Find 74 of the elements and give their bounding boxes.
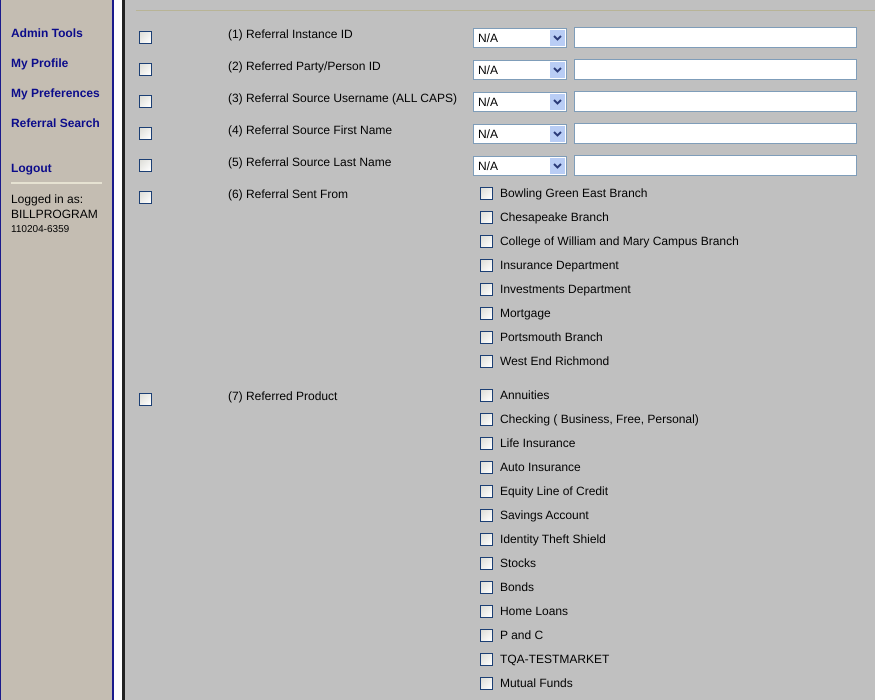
checkbox[interactable]	[139, 31, 152, 44]
checkbox[interactable]	[480, 187, 493, 200]
option-label: Investments Department	[500, 283, 631, 296]
checkbox[interactable]	[480, 461, 493, 474]
checkbox[interactable]	[480, 211, 493, 224]
option-label: Savings Account	[500, 509, 589, 522]
operator-dropdown[interactable]: N/A	[473, 92, 567, 112]
checkbox[interactable]	[480, 355, 493, 368]
checkbox[interactable]	[480, 485, 493, 498]
checkbox[interactable]	[480, 283, 493, 296]
operator-dropdown[interactable]: N/A	[473, 60, 567, 80]
option-label: Insurance Department	[500, 259, 619, 272]
checkbox[interactable]	[480, 389, 493, 402]
checkbox[interactable]	[139, 159, 152, 172]
operator-dropdown[interactable]: N/A	[473, 124, 567, 144]
checkbox[interactable]	[480, 259, 493, 272]
checkbox[interactable]	[139, 95, 152, 108]
checkbox[interactable]	[480, 509, 493, 522]
criterion-label: (6) Referral Sent From	[228, 187, 350, 201]
checkbox[interactable]	[480, 605, 493, 618]
criterion-label: (1) Referral Instance ID	[228, 27, 354, 41]
option-label: Stocks	[500, 557, 536, 570]
checkbox[interactable]	[480, 235, 493, 248]
operator-dropdown[interactable]: N/A	[473, 28, 567, 48]
nav-link[interactable]: My Preferences	[11, 87, 100, 117]
username: BILLPROGRAM	[11, 207, 98, 222]
criterion-label: (7) Referred Product	[228, 389, 338, 403]
nav-link[interactable]: Referral Search	[11, 117, 100, 147]
option-label: TQA-TESTMARKET	[500, 653, 610, 666]
value-field[interactable]	[574, 155, 857, 176]
nav-link[interactable]: Admin Tools	[11, 27, 83, 57]
option-label: Checking ( Business, Free, Personal)	[500, 413, 699, 426]
option-label: Home Loans	[500, 605, 568, 618]
checkbox[interactable]	[480, 653, 493, 666]
checkbox[interactable]	[139, 127, 152, 140]
checkbox[interactable]	[480, 413, 493, 426]
operator-dropdown[interactable]: N/A	[473, 156, 567, 176]
criterion-label: (4) Referral Source First Name	[228, 123, 394, 137]
option-label: P and C	[500, 629, 544, 642]
checkbox[interactable]	[480, 581, 493, 594]
user-code: 110204-6359	[11, 223, 70, 237]
checkbox[interactable]	[139, 393, 152, 406]
checkbox[interactable]	[480, 437, 493, 450]
value-field[interactable]	[574, 123, 857, 144]
checkbox[interactable]	[480, 557, 493, 570]
option-label: West End Richmond	[500, 355, 610, 368]
option-label: Mortgage	[500, 307, 551, 320]
option-label: Identity Theft Shield	[500, 533, 606, 546]
logout-link[interactable]: Logout	[11, 162, 52, 174]
checkbox[interactable]	[480, 629, 493, 642]
checkbox[interactable]	[480, 331, 493, 344]
checkbox[interactable]	[139, 191, 152, 204]
option-label: College of William and Mary Campus Branch	[500, 235, 739, 248]
nav-link[interactable]: My Profile	[11, 57, 68, 87]
criterion-label: (2) Referred Party/Person ID	[228, 59, 382, 73]
checkbox[interactable]	[480, 533, 493, 546]
checkbox[interactable]	[480, 307, 493, 320]
option-label: Bowling Green East Branch	[500, 187, 648, 200]
option-label: Life Insurance	[500, 437, 576, 450]
logged-in-label: Logged in as:	[11, 192, 84, 207]
option-label: Bonds	[500, 581, 534, 594]
option-label: Annuities	[500, 389, 550, 402]
option-label: Mutual Funds	[500, 677, 573, 690]
option-label: Equity Line of Credit	[500, 485, 608, 498]
criterion-label: (3) Referral Source Username (ALL CAPS)	[228, 91, 458, 105]
checkbox[interactable]	[480, 677, 493, 690]
criterion-label: (5) Referral Source Last Name	[228, 155, 392, 169]
value-field[interactable]	[574, 59, 857, 80]
checkbox[interactable]	[139, 63, 152, 76]
value-field[interactable]	[574, 91, 857, 112]
value-field[interactable]	[574, 27, 857, 48]
option-label: Auto Insurance	[500, 461, 581, 474]
option-label: Chesapeake Branch	[500, 211, 609, 224]
option-label: Portsmouth Branch	[500, 331, 603, 344]
